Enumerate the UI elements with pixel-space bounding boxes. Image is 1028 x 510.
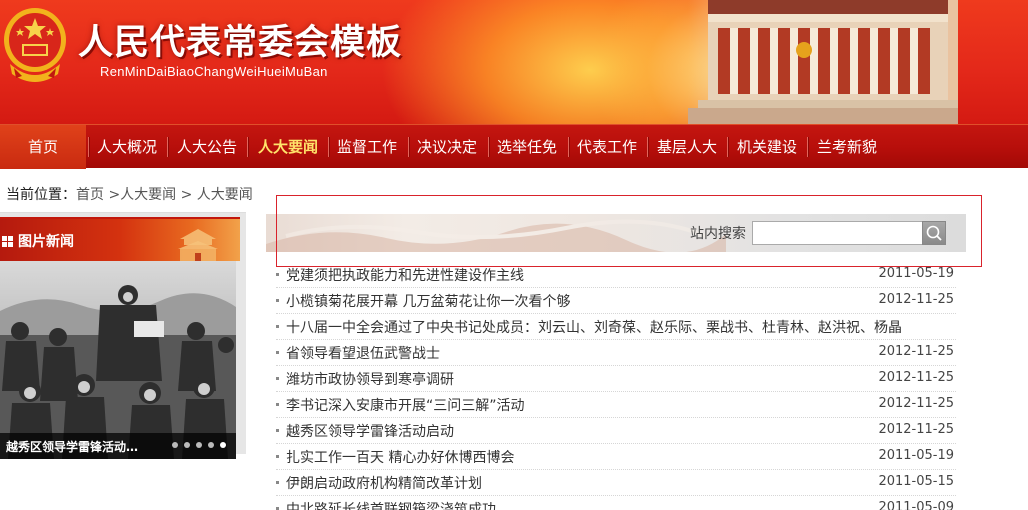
nav-item-deputies[interactable]: 代表工作 [569, 125, 645, 169]
news-date: 2011-05-15 [878, 474, 954, 489]
news-title[interactable]: 十八届一中全会通过了中央书记处成员：刘云山、刘奇葆、赵乐际、栗战书、杜青林、赵洪… [286, 317, 902, 337]
breadcrumb-path[interactable]: 首页 >人大要闻 > 人大要闻 [76, 187, 253, 203]
site-title: 人民代表常委会模板 [78, 23, 403, 63]
site-header: 人民代表常委会模板 RenMinDaiBiaoChangWeiHueiMuBan [0, 0, 1028, 124]
bullet-icon [276, 403, 279, 406]
news-date: 2012-11-25 [878, 292, 954, 307]
bullet-icon [276, 455, 279, 458]
slide-dot-active[interactable] [220, 442, 226, 448]
bullet-icon [276, 377, 279, 380]
news-date: 2011-05-09 [878, 500, 954, 510]
search-input[interactable] [752, 221, 924, 245]
search-button[interactable] [922, 221, 946, 245]
nav-item-grassroots[interactable]: 基层人大 [649, 125, 725, 169]
news-row: 越秀区领导学雷锋活动启动 2012-11-25 [276, 418, 956, 444]
great-hall-building-icon [688, 0, 958, 124]
news-title[interactable]: 省领导看望退伍武警战士 [286, 343, 440, 363]
search-icon [926, 225, 942, 241]
bullet-icon [276, 481, 279, 484]
national-emblem-icon [4, 8, 66, 82]
nav-item-supervision[interactable]: 监督工作 [329, 125, 405, 169]
news-date: 2011-05-19 [878, 266, 954, 281]
bullet-icon [276, 429, 279, 432]
news-row: 李书记深入安康市开展“三问三解”活动 2012-11-25 [276, 392, 956, 418]
news-title[interactable]: 潍坊市政协领导到寒亭调研 [286, 369, 454, 389]
nav-item-overview[interactable]: 人大概况 [90, 125, 164, 169]
news-title[interactable]: 中北路延长线首联钢箱梁浇筑成功 [286, 499, 496, 510]
nav-item-news[interactable]: 人大要闻 [249, 125, 327, 169]
main-nav: 首页 人大概况 人大公告 人大要闻 监督工作 决议决定 选举任免 代表工作 基层… [0, 124, 1028, 169]
nav-item-resolutions[interactable]: 决议决定 [409, 125, 485, 169]
tiananmen-icon [178, 229, 218, 263]
news-title[interactable]: 伊朗启动政府机构精简改革计划 [286, 473, 482, 493]
photo-caption[interactable]: 越秀区领导学雷锋活动… [6, 438, 138, 455]
news-row: 小榄镇菊花展开幕 几万盆菊花让你一次看个够 2012-11-25 [276, 288, 956, 314]
nav-item-elections[interactable]: 选举任免 [489, 125, 565, 169]
bullet-icon [276, 325, 279, 328]
news-date: 2011-05-19 [878, 448, 954, 463]
soldiers-photo-icon [0, 261, 236, 459]
bullet-icon [276, 351, 279, 354]
slide-dot[interactable] [172, 442, 178, 448]
news-date: 2012-11-25 [878, 344, 954, 359]
news-row: 省领导看望退伍武警战士 2012-11-25 [276, 340, 956, 366]
news-row: 中北路延长线首联钢箱梁浇筑成功 2011-05-09 [276, 496, 956, 510]
slide-dot[interactable] [184, 442, 190, 448]
nav-item-announcements[interactable]: 人大公告 [169, 125, 245, 169]
nav-separator [647, 137, 648, 157]
news-title[interactable]: 李书记深入安康市开展“三问三解”活动 [286, 395, 525, 415]
picture-news-header: 图片新闻 [0, 217, 240, 263]
site-search-bar: 站内搜索 [266, 214, 966, 252]
photo-caption-bar: 越秀区领导学雷锋活动… [0, 433, 236, 459]
nav-separator [727, 137, 728, 157]
grid-icon [2, 236, 13, 247]
bullet-icon [276, 273, 279, 276]
site-subtitle: RenMinDaiBiaoChangWeiHueiMuBan [100, 64, 328, 79]
news-title[interactable]: 越秀区领导学雷锋活动启动 [286, 421, 454, 441]
news-date: 2012-11-25 [878, 370, 954, 385]
news-row: 扎实工作一百天 精心办好休博西博会 2011-05-19 [276, 444, 956, 470]
news-title[interactable]: 小榄镇菊花展开幕 几万盆菊花让你一次看个够 [286, 291, 570, 311]
nav-item-organization[interactable]: 机关建设 [729, 125, 805, 169]
nav-item-lankao[interactable]: 兰考新貌 [809, 125, 885, 169]
slide-dot[interactable] [196, 442, 202, 448]
search-label: 站内搜索 [690, 226, 746, 242]
news-date: 2012-11-25 [878, 396, 954, 411]
nav-item-home[interactable]: 首页 [0, 125, 86, 169]
breadcrumb-label: 当前位置： [6, 187, 76, 203]
news-row: 党建须把执政能力和先进性建设作主线 2011-05-19 [276, 262, 956, 288]
news-title[interactable]: 党建须把执政能力和先进性建设作主线 [286, 265, 524, 285]
bullet-icon [276, 299, 279, 302]
news-row: 潍坊市政协领导到寒亭调研 2012-11-25 [276, 366, 956, 392]
news-title[interactable]: 扎实工作一百天 精心办好休博西博会 [286, 447, 514, 467]
nav-separator [167, 137, 168, 157]
news-photo[interactable]: 越秀区领导学雷锋活动… [0, 261, 236, 459]
slide-dot[interactable] [208, 442, 214, 448]
breadcrumb: 当前位置：首页 >人大要闻 > 人大要闻 [6, 184, 253, 204]
picture-news-title: 图片新闻 [18, 234, 74, 250]
picture-news-panel: 图片新闻 越秀区领导学雷锋活动… [0, 212, 246, 459]
nav-separator [88, 137, 89, 157]
news-date: 2012-11-25 [878, 422, 954, 437]
nav-separator [807, 137, 808, 157]
nav-separator [247, 137, 248, 157]
slide-indicators [172, 442, 226, 448]
cloud-decoration [266, 219, 726, 252]
news-row: 十八届一中全会通过了中央书记处成员：刘云山、刘奇葆、赵乐际、栗战书、杜青林、赵洪… [276, 314, 956, 340]
news-row: 伊朗启动政府机构精简改革计划 2011-05-15 [276, 470, 956, 496]
news-list: 党建须把执政能力和先进性建设作主线 2011-05-19 小榄镇菊花展开幕 几万… [276, 262, 956, 510]
